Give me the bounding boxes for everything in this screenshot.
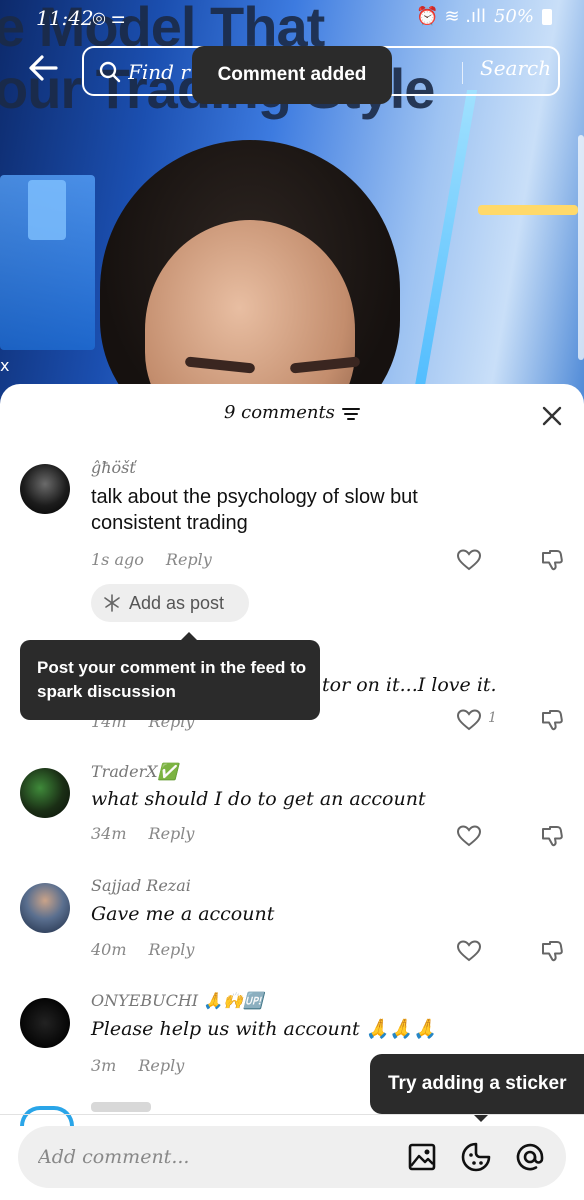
close-button[interactable] xyxy=(540,404,564,428)
battery-icon xyxy=(542,8,552,25)
next-comment-username xyxy=(91,1102,151,1112)
heart-icon[interactable] xyxy=(456,939,482,963)
tooltip-arrow xyxy=(180,632,198,641)
comment-text: Please help us with account 🙏🙏🙏 xyxy=(91,1018,437,1040)
comments-header: 9 comments xyxy=(0,402,584,432)
battery-percent: 50% xyxy=(493,6,534,27)
video-light-strip xyxy=(408,90,478,420)
add-comment-input[interactable] xyxy=(38,1142,378,1172)
sticker-tooltip: Try adding a sticker xyxy=(370,1054,584,1122)
comment-username[interactable]: TraderX✅ xyxy=(91,762,178,781)
video-device-shape-small xyxy=(28,180,66,240)
reply-button[interactable]: Reply xyxy=(166,550,212,569)
status-notification-icons: ◎ ⚌ xyxy=(92,8,126,27)
comments-sheet: 9 comments ĝħöšť talk about the psycholo… xyxy=(0,384,584,1200)
sticker-tooltip-text: Try adding a sticker xyxy=(388,1073,567,1094)
comment-time: 3m xyxy=(91,1056,117,1075)
image-icon[interactable] xyxy=(406,1141,438,1173)
status-time: 11:42 xyxy=(36,6,94,30)
composer-divider xyxy=(0,1114,584,1115)
comment-text: talk about the psychology of slow but co… xyxy=(91,486,418,534)
status-right-group: ⏰ ≋ .ıll 50% xyxy=(416,6,552,27)
comment-username[interactable]: ONYEBUCHI 🙏🙌🆙 xyxy=(91,991,263,1010)
reply-button[interactable]: Reply xyxy=(149,940,195,959)
video-light-bar xyxy=(478,205,578,215)
reply-button[interactable]: Reply xyxy=(149,824,195,843)
avatar[interactable] xyxy=(20,998,70,1048)
reply-button[interactable]: Reply xyxy=(138,1056,184,1075)
video-corner-mark: x xyxy=(0,356,10,375)
comment-time: 40m xyxy=(91,940,127,959)
next-comment-avatar xyxy=(20,1106,74,1126)
comment-meta: 34m Reply xyxy=(91,824,194,843)
tooltip-text: Post your comment in the feed to spark d… xyxy=(37,658,307,701)
status-bar: 11:42 ◎ ⚌ ⏰ ≋ .ıll 50% xyxy=(0,0,584,36)
avatar[interactable] xyxy=(20,464,70,514)
sort-icon[interactable] xyxy=(342,406,361,422)
comment-composer[interactable] xyxy=(18,1126,566,1188)
mention-icon[interactable] xyxy=(514,1141,546,1173)
like-count: 1 xyxy=(488,710,497,726)
sparkle-icon xyxy=(104,594,120,612)
comment-text: Gave me a account xyxy=(91,903,275,925)
comments-count: 9 comments xyxy=(223,402,335,423)
back-button[interactable] xyxy=(26,50,66,90)
heart-icon[interactable] xyxy=(456,548,482,572)
search-icon xyxy=(99,61,121,83)
comment-meta: 1s ago Reply xyxy=(91,550,212,569)
comment-added-toast: Comment added xyxy=(192,46,392,104)
search-button[interactable]: Search xyxy=(480,56,551,80)
add-as-post-tooltip: Post your comment in the feed to spark d… xyxy=(20,632,320,720)
comment-username[interactable]: ĝħöšť xyxy=(91,458,136,477)
video-scrollbar[interactable] xyxy=(578,135,584,360)
close-icon xyxy=(542,406,562,426)
sticker-icon[interactable] xyxy=(460,1141,492,1173)
comment-time: 1s ago xyxy=(91,550,144,569)
heart-icon[interactable] xyxy=(456,824,482,848)
heart-icon[interactable] xyxy=(456,708,482,732)
comment-text: what should I do to get an account xyxy=(91,788,426,810)
add-as-post-button[interactable]: Add as post xyxy=(91,584,249,622)
comment-meta: 40m Reply xyxy=(91,940,194,959)
dislike-icon[interactable] xyxy=(540,824,564,848)
dislike-icon[interactable] xyxy=(540,548,564,572)
dislike-icon[interactable] xyxy=(540,708,564,732)
add-as-post-label: Add as post xyxy=(129,592,225,613)
avatar[interactable] xyxy=(20,768,70,818)
avatar[interactable] xyxy=(20,883,70,933)
comment-time: 34m xyxy=(91,824,127,843)
status-signal-icons: ⏰ ≋ .ıll xyxy=(416,6,486,27)
comment-text: tor on it...I love it. xyxy=(322,674,497,696)
back-arrow-icon xyxy=(29,55,58,81)
search-divider xyxy=(462,62,463,84)
comment-meta: 3m Reply xyxy=(91,1056,184,1075)
dislike-icon[interactable] xyxy=(540,939,564,963)
comment-username[interactable]: Sajjad Rezai xyxy=(91,876,191,895)
